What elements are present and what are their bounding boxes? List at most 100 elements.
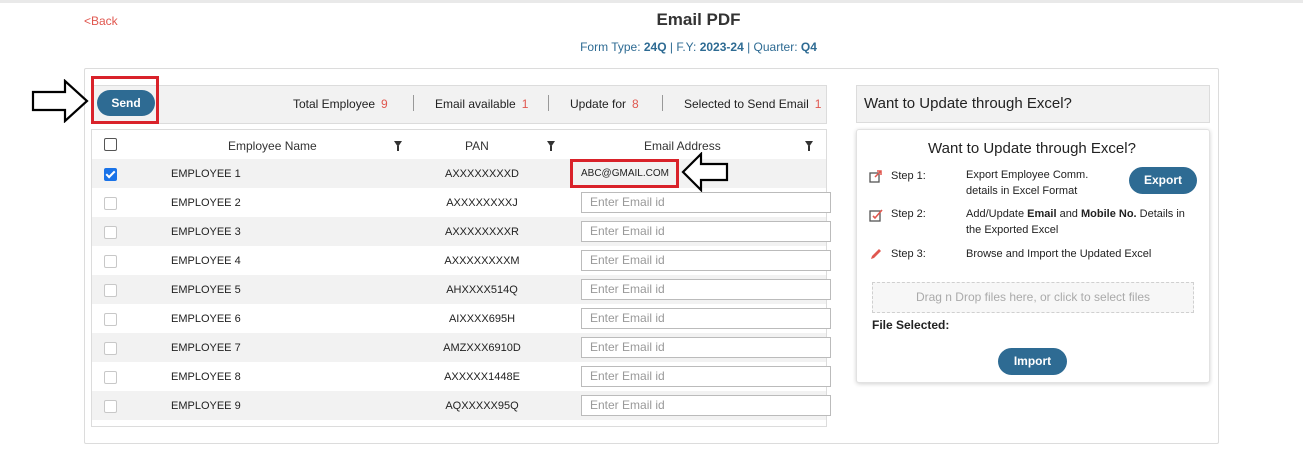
step-2-text: Details in bbox=[1136, 208, 1185, 220]
file-selected-label: File Selected: bbox=[872, 318, 950, 332]
table-row: EMPLOYEE 9 AQXXXXX95Q Enter Email id bbox=[92, 391, 831, 420]
table-row: EMPLOYEE 7 AMZXXX6910D Enter Email id bbox=[92, 333, 831, 362]
divider bbox=[548, 95, 549, 111]
total-employee-stat: Total Employee 9 bbox=[293, 97, 388, 111]
fy-value: 2023-24 bbox=[699, 40, 744, 54]
employee-name: EMPLOYEE 5 bbox=[171, 284, 241, 296]
employee-pan: AXXXXX1448E bbox=[444, 371, 520, 383]
employee-name: EMPLOYEE 8 bbox=[171, 371, 241, 383]
table-row: EMPLOYEE 2 AXXXXXXXXJ Enter Email id bbox=[92, 188, 831, 217]
top-border bbox=[0, 0, 1303, 3]
table-row: EMPLOYEE 3 AXXXXXXXXR Enter Email id bbox=[92, 217, 831, 246]
table-row: EMPLOYEE 1 AXXXXXXXXD ABC@GMAIL.COM bbox=[92, 159, 826, 188]
table-row: EMPLOYEE 5 AHXXXX514Q Enter Email id bbox=[92, 275, 831, 304]
form-type-label: Form Type: bbox=[580, 40, 644, 54]
employee-table: Employee Name PAN Email Address EMPLOYEE… bbox=[91, 129, 831, 427]
row-checkbox[interactable] bbox=[104, 226, 117, 239]
page-title: Email PDF bbox=[656, 10, 741, 29]
export-icon bbox=[869, 170, 882, 183]
step-2-mobile: Mobile No. bbox=[1080, 208, 1137, 220]
email-available-stat: Email available 1 bbox=[435, 97, 528, 111]
edit-checkbox-icon bbox=[869, 209, 883, 222]
email-available-label: Email available bbox=[435, 97, 516, 111]
divider bbox=[413, 95, 414, 111]
step-1-description: Export Employee Comm. details in Excel F… bbox=[966, 167, 1088, 199]
selected-count: 1 bbox=[814, 97, 822, 111]
row-checkbox[interactable] bbox=[104, 400, 117, 413]
step-1-line-2: details in Excel Format bbox=[966, 185, 1078, 197]
pointer-arrow-icon bbox=[31, 79, 89, 123]
import-button[interactable]: Import bbox=[998, 348, 1067, 375]
email-input[interactable]: Enter Email id bbox=[581, 337, 831, 358]
filter-icon[interactable] bbox=[805, 141, 813, 151]
filter-icon[interactable] bbox=[547, 141, 555, 151]
step-2-label: Step 2: bbox=[891, 208, 926, 220]
email-input[interactable]: Enter Email id bbox=[581, 395, 831, 416]
divider bbox=[662, 95, 663, 111]
update-for-stat: Update for 8 bbox=[570, 97, 639, 111]
employee-name: EMPLOYEE 7 bbox=[171, 342, 241, 354]
email-available-count: 1 bbox=[521, 97, 529, 111]
selected-label: Selected to Send Email bbox=[684, 97, 809, 111]
email-input[interactable]: Enter Email id bbox=[581, 192, 831, 213]
table-header: Employee Name PAN Email Address bbox=[92, 130, 826, 160]
table-row: EMPLOYEE 6 AIXXXX695H Enter Email id bbox=[92, 304, 831, 333]
employee-pan: AXXXXXXXXM bbox=[444, 255, 520, 267]
step-1-label: Step 1: bbox=[891, 170, 926, 182]
email-input[interactable]: Enter Email id bbox=[581, 308, 831, 329]
step-3-description: Browse and Import the Updated Excel bbox=[966, 248, 1152, 260]
column-header-employee-name: Employee Name bbox=[228, 139, 317, 153]
update-for-label: Update for bbox=[570, 97, 627, 111]
employee-pan: AHXXXX514Q bbox=[446, 284, 518, 296]
form-type-value: 24Q bbox=[643, 40, 667, 54]
employee-pan: AQXXXXX95Q bbox=[445, 400, 519, 412]
excel-card-title: Want to Update through Excel? bbox=[928, 140, 1136, 157]
row-checkbox[interactable] bbox=[104, 313, 117, 326]
employee-pan: AIXXXX695H bbox=[448, 313, 516, 325]
row-checkbox[interactable] bbox=[104, 197, 117, 210]
column-header-email: Email Address bbox=[644, 139, 721, 153]
file-dropzone[interactable]: Drag n Drop files here, or click to sele… bbox=[872, 282, 1194, 313]
column-header-pan: PAN bbox=[465, 139, 489, 153]
export-button[interactable]: Export bbox=[1129, 167, 1197, 194]
table-row: EMPLOYEE 4 AXXXXXXXXM Enter Email id bbox=[92, 246, 831, 275]
row-checkbox[interactable] bbox=[104, 255, 117, 268]
pencil-icon bbox=[871, 249, 881, 259]
step-2-email: Email bbox=[1027, 208, 1057, 220]
employee-name: EMPLOYEE 1 bbox=[171, 168, 241, 180]
employee-name: EMPLOYEE 3 bbox=[171, 226, 241, 238]
email-input[interactable]: Enter Email id bbox=[581, 279, 831, 300]
step-3-label: Step 3: bbox=[891, 248, 926, 260]
step-2-description: Add/Update Email and Mobile No. Details … bbox=[966, 206, 1185, 238]
row-checkbox[interactable] bbox=[104, 168, 117, 181]
quarter-label: | Quarter: bbox=[743, 40, 801, 54]
step-2-text: and bbox=[1056, 208, 1081, 220]
quarter-value: Q4 bbox=[800, 40, 817, 54]
email-input[interactable]: Enter Email id bbox=[581, 221, 831, 242]
step-1-line-1: Export Employee Comm. bbox=[966, 169, 1089, 181]
row-checkbox[interactable] bbox=[104, 284, 117, 297]
step-2-text: Add/Update bbox=[966, 208, 1028, 220]
total-employee-label: Total Employee bbox=[293, 97, 376, 111]
fy-label: | F.Y: bbox=[666, 40, 700, 54]
update-for-count: 8 bbox=[632, 97, 639, 111]
employee-name: EMPLOYEE 4 bbox=[171, 255, 241, 267]
row-checkbox[interactable] bbox=[104, 342, 117, 355]
filter-icon[interactable] bbox=[394, 141, 402, 151]
total-employee-count: 9 bbox=[381, 97, 388, 111]
row-checkbox[interactable] bbox=[104, 371, 117, 384]
employee-pan: AXXXXXXXXD bbox=[445, 168, 519, 180]
excel-panel-heading: Want to Update through Excel? bbox=[864, 95, 1072, 112]
email-input[interactable]: Enter Email id bbox=[581, 250, 831, 271]
employee-email: ABC@GMAIL.COM bbox=[581, 168, 669, 179]
employee-name: EMPLOYEE 6 bbox=[171, 313, 241, 325]
employee-pan: AMZXXX6910D bbox=[443, 342, 521, 354]
employee-pan: AXXXXXXXXJ bbox=[446, 197, 518, 209]
email-input[interactable]: Enter Email id bbox=[581, 366, 831, 387]
form-info: Form Type: 24Q | F.Y: 2023-24 | Quarter:… bbox=[0, 40, 1303, 54]
select-all-checkbox[interactable] bbox=[104, 138, 117, 151]
send-button[interactable]: Send bbox=[97, 90, 155, 116]
table-row: EMPLOYEE 8 AXXXXX1448E Enter Email id bbox=[92, 362, 831, 391]
employee-name: EMPLOYEE 9 bbox=[171, 400, 241, 412]
selected-stat: Selected to Send Email 1 bbox=[684, 97, 821, 111]
